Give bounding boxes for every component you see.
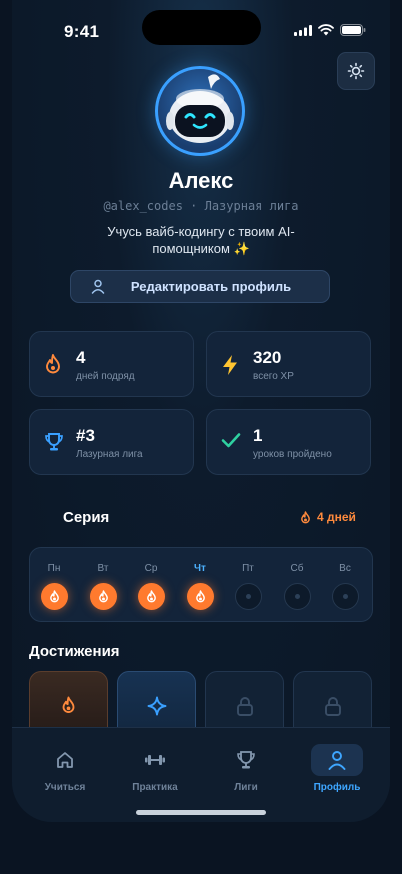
streak-day-today: Чт [180,548,220,610]
status-time: 9:41 [64,22,100,41]
tab-profile[interactable]: Профиль [292,728,382,793]
tab-label: Профиль [313,782,361,793]
day-empty-dot [331,583,359,610]
check-icon [221,432,241,453]
profile-name: Алекс [168,168,234,193]
day-label: Пн [47,563,61,574]
dynamic-island [142,10,261,45]
flame-icon [62,696,75,713]
streak-week: Пн Вт Ср Чт Пт Сб Вс [29,547,373,622]
day-label: Чт [194,563,206,574]
dumbbell-icon [129,744,181,776]
flame-icon [44,354,62,379]
signal-icon [294,24,312,36]
flame-icon [195,590,205,603]
stat-value: 320 [253,348,282,367]
stat-value: 1 [253,426,263,445]
tab-leagues[interactable]: Лиги [201,728,291,793]
stat-value: 4 [76,348,86,367]
edit-profile-button[interactable]: Редактировать профиль [70,270,330,303]
stat-caption: уроков пройдено [253,449,332,460]
lock-icon [236,697,253,716]
streak-day: Пт [228,548,268,610]
stat-caption: дней подряд [76,371,135,382]
stat-caption: Лазурная лига [76,449,143,460]
stat-card-league: #3 Лазурная лига [29,409,194,475]
day-done-dot [40,583,68,610]
streak-title: Серия [63,509,110,526]
robot-mascot-icon [166,74,234,143]
achievements-title: Достижения [29,643,120,660]
streak-day: Пн [34,548,74,610]
stat-caption: всего XP [253,371,294,382]
day-label: Пт [242,563,254,574]
trophy-icon [44,432,64,457]
streak-count-label: 4 дней [317,510,356,524]
status-bar: 9:41 [12,0,390,54]
day-done-dot [186,583,214,610]
wifi-icon [318,24,334,36]
day-label: Вт [97,563,109,574]
stat-value: #3 [76,426,95,445]
theme-settings-button[interactable] [337,52,375,90]
day-done-dot [137,583,165,610]
battery-icon [340,24,366,36]
streak-day: Сб [277,548,317,610]
person-icon [311,744,363,776]
day-label: Ср [144,563,158,574]
day-empty-dot [283,583,311,610]
sparkle-icon [147,696,166,716]
person-icon [91,279,105,299]
flame-icon [301,510,310,523]
streak-count: 4 дней [300,510,356,524]
edit-profile-label: Редактировать профиль [130,279,292,294]
bolt-icon [221,354,239,381]
tab-learn[interactable]: Учиться [20,728,110,793]
stat-card-xp: 320 всего XP [206,331,371,397]
sun-icon [347,62,365,80]
tab-bar: Учиться Практика Лиги Профиль [12,727,390,822]
flame-icon [146,590,156,603]
day-label: Вс [339,563,351,574]
home-icon [39,744,91,776]
profile-screen: 9:41 Алекс @alex_codes · Лазурная лига У… [12,0,390,822]
stat-card-streak: 4 дней подряд [29,331,194,397]
streak-day: Ср [131,548,171,610]
streak-day: Вт [83,548,123,610]
status-icons [294,24,366,36]
tab-label: Учиться [44,782,86,793]
lock-icon [324,697,341,716]
tab-label: Практика [132,782,178,793]
day-done-dot [89,583,117,610]
day-label: Сб [290,563,304,574]
streak-day: Вс [325,548,365,610]
profile-bio: Учусь вайб-кодингу с твоим AI-помощником… [107,224,295,256]
stat-card-lessons: 1 уроков пройдено [206,409,371,475]
tab-label: Лиги [234,782,258,793]
flame-icon [49,590,59,603]
avatar[interactable] [155,66,245,156]
day-empty-dot [234,583,262,610]
trophy-icon [220,744,272,776]
profile-handle: @alex_codes · Лазурная лига [103,199,299,213]
tab-practice[interactable]: Практика [110,728,200,793]
home-indicator[interactable] [136,810,266,815]
flame-icon [98,590,108,603]
